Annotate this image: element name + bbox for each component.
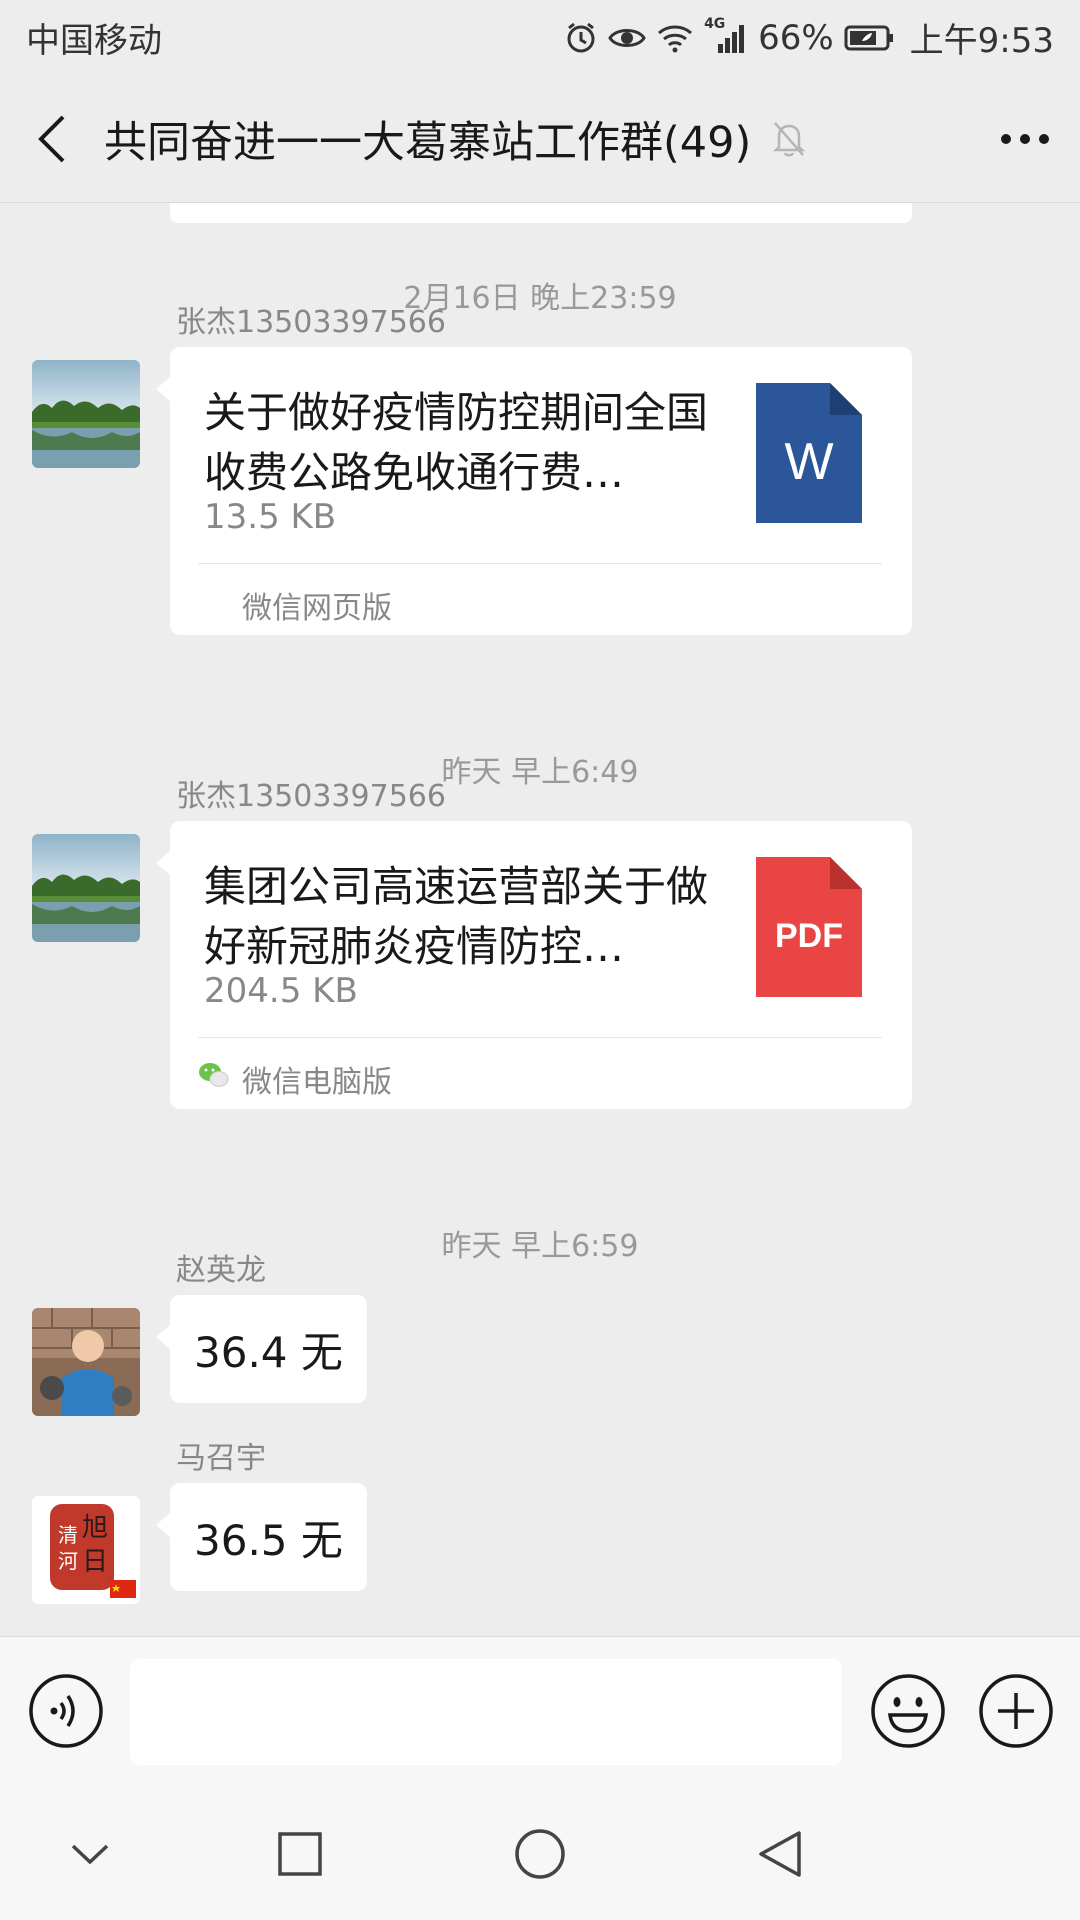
file-source: 微信网页版 [198,583,392,627]
text-message-bubble[interactable]: 36.5 无 [156,1483,367,1591]
system-nav-bar [0,1784,1080,1920]
avatar-text: 旭 [82,1513,108,1543]
word-file-icon: W [756,383,862,523]
sender-name: 张杰13503397566 [176,779,446,814]
circle-icon [515,1829,565,1879]
source-label: 微信电脑版 [242,1065,392,1100]
hide-nav-button[interactable] [50,1814,130,1894]
file-size: 13.5 KB [204,497,337,537]
wifi-icon [656,23,694,53]
pdf-file-icon: PDF [756,857,862,997]
chat-message-list[interactable]: 2月16日 晚上23:59 张杰13503397566 关于做好疫情防控期间全国… [0,203,1080,1636]
recent-apps-button[interactable] [260,1814,340,1894]
sender-name: 张杰13503397566 [176,305,446,340]
home-button[interactable] [500,1814,580,1894]
plus-circle-icon [979,1674,1053,1748]
chat-header: 共同奋进一一大葛寨站工作群(49) [0,75,1080,203]
back-arrow-icon [38,115,65,162]
carrier-name: 中国移动 [26,21,162,61]
file-source: 微信电脑版 [198,1057,392,1101]
more-functions-button[interactable] [978,1673,1054,1749]
message-input[interactable] [130,1659,842,1765]
chat-title: 共同奋进一一大葛寨站工作群(49) [104,117,752,168]
wechat-icon [198,1060,230,1098]
file-message-bubble[interactable]: 关于做好疫情防控期间全国收费公路免收通行费… 13.5 KB W 微信网页版 [156,347,912,635]
avatar-text: 河 [58,1549,78,1573]
avatar[interactable] [32,360,140,468]
file-name: 集团公司高速运营部关于做好新冠肺炎疫情防控… [204,862,709,971]
message-text: 36.5 无 [194,1515,343,1565]
file-icon-label: PDF [775,917,843,955]
emoji-icon [871,1674,945,1748]
message-text: 36.4 无 [194,1327,343,1377]
alarm-icon [564,21,598,55]
source-label: 微信网页版 [242,591,392,626]
avatar[interactable]: 清河旭日 [32,1496,140,1604]
more-button[interactable] [1000,75,1050,203]
sender-name: 赵英龙 [176,1253,266,1288]
divider [198,1037,882,1038]
signal-icon: 4G [704,16,748,54]
file-icon-label: W [784,433,833,491]
divider [198,563,882,564]
battery-icon [844,24,894,52]
back-nav-button[interactable] [740,1814,820,1894]
back-button[interactable] [0,75,104,203]
triangle-back-icon [759,1831,801,1877]
file-name: 关于做好疫情防控期间全国收费公路免收通行费… [204,388,709,497]
message-timestamp: 昨天 早上6:59 [441,1229,639,1264]
avatar[interactable] [32,1308,140,1416]
clock: 上午9:53 [909,21,1054,61]
sender-name: 马召宇 [176,1441,266,1476]
avatar[interactable] [32,834,140,942]
chevron-down-icon [71,1844,109,1865]
status-icons: 4G 66% 上午9:53 [564,13,1054,62]
voice-icon [29,1674,103,1748]
battery-percent: 66% [758,17,834,58]
message-timestamp: 昨天 早上6:49 [441,755,639,790]
partial-message-bubble[interactable] [170,203,912,223]
file-size: 204.5 KB [204,971,358,1011]
network-type: 4G [704,15,726,32]
avatar-text: 日 [82,1547,108,1577]
eye-icon [608,23,646,53]
emoji-button[interactable] [870,1673,946,1749]
square-icon [278,1832,322,1876]
avatar-text: 清 [58,1523,78,1547]
file-message-bubble[interactable]: 集团公司高速运营部关于做好新冠肺炎疫情防控… 204.5 KB PDF 微信电脑… [156,821,912,1109]
text-message-bubble[interactable]: 36.4 无 [156,1295,367,1403]
more-dots-icon [1001,134,1049,144]
input-bar [0,1636,1080,1784]
voice-button[interactable] [28,1673,104,1749]
message-timestamp: 2月16日 晚上23:59 [403,281,677,316]
status-bar: 中国移动 4G 66% 上午9:53 [0,0,1080,75]
mute-bell-icon [771,119,807,159]
